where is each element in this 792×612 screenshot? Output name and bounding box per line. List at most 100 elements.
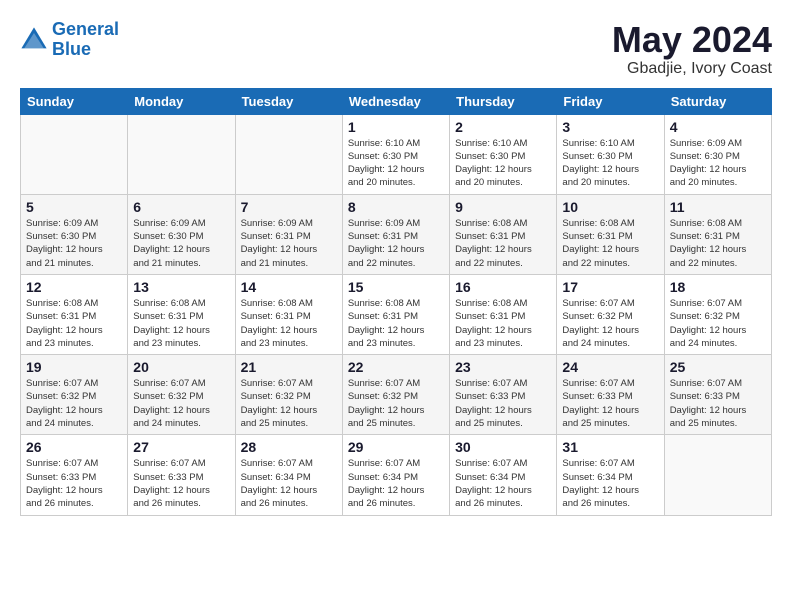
day-cell: 4 Sunrise: 6:09 AMSunset: 6:30 PMDaylight… [664,114,771,194]
day-number: 22 [348,359,444,375]
day-info: Sunrise: 6:07 AMSunset: 6:32 PMDaylight:… [241,377,337,430]
weekday-header-sunday: Sunday [21,88,128,114]
weekday-header-monday: Monday [128,88,235,114]
main-title: May 2024 [612,20,772,60]
day-number: 2 [455,119,551,135]
weekday-header-tuesday: Tuesday [235,88,342,114]
day-cell: 8 Sunrise: 6:09 AMSunset: 6:31 PMDaylight… [342,194,449,274]
subtitle: Gbadjie, Ivory Coast [612,60,772,78]
title-block: May 2024 Gbadjie, Ivory Coast [612,20,772,78]
logo-line1: General [52,19,119,39]
day-number: 25 [670,359,766,375]
day-cell: 18 Sunrise: 6:07 AMSunset: 6:32 PMDayligh… [664,274,771,354]
day-cell: 23 Sunrise: 6:07 AMSunset: 6:33 PMDayligh… [450,355,557,435]
day-cell: 30Sunrise: 6:07 AMSunset: 6:34 PMDayligh… [450,435,557,515]
day-cell: 31Sunrise: 6:07 AMSunset: 6:34 PMDayligh… [557,435,664,515]
day-cell: 19Sunrise: 6:07 AMSunset: 6:32 PMDayligh… [21,355,128,435]
day-info: Sunrise: 6:10 AMSunset: 6:30 PMDaylight:… [562,137,658,190]
day-cell: 16 Sunrise: 6:08 AMSunset: 6:31 PMDayligh… [450,274,557,354]
day-info: Sunrise: 6:08 AMSunset: 6:31 PMDaylight:… [26,297,122,350]
day-cell: 15 Sunrise: 6:08 AMSunset: 6:31 PMDayligh… [342,274,449,354]
week-row-1: 1 Sunrise: 6:10 AMSunset: 6:30 PMDaylight… [21,114,772,194]
day-cell: 24Sunrise: 6:07 AMSunset: 6:33 PMDayligh… [557,355,664,435]
day-number: 23 [455,359,551,375]
day-cell: 12 Sunrise: 6:08 AMSunset: 6:31 PMDayligh… [21,274,128,354]
day-number: 29 [348,439,444,455]
day-info: Sunrise: 6:07 AMSunset: 6:32 PMDaylight:… [670,297,766,350]
day-info: Sunrise: 6:09 AMSunset: 6:30 PMDaylight:… [26,217,122,270]
day-number: 17 [562,279,658,295]
day-info: Sunrise: 6:07 AMSunset: 6:33 PMDaylight:… [26,457,122,510]
calendar-body: 1 Sunrise: 6:10 AMSunset: 6:30 PMDaylight… [21,114,772,515]
day-cell: 14Sunrise: 6:08 AMSunset: 6:31 PMDayligh… [235,274,342,354]
day-number: 26 [26,439,122,455]
day-info: Sunrise: 6:07 AMSunset: 6:34 PMDaylight:… [562,457,658,510]
day-cell [21,114,128,194]
day-info: Sunrise: 6:09 AMSunset: 6:31 PMDaylight:… [348,217,444,270]
day-info: Sunrise: 6:09 AMSunset: 6:30 PMDaylight:… [670,137,766,190]
day-number: 5 [26,199,122,215]
day-number: 20 [133,359,229,375]
day-number: 13 [133,279,229,295]
day-number: 9 [455,199,551,215]
logo: General Blue [20,20,119,60]
calendar: SundayMondayTuesdayWednesdayThursdayFrid… [20,88,772,516]
day-info: Sunrise: 6:10 AMSunset: 6:30 PMDaylight:… [348,137,444,190]
day-cell: 11 Sunrise: 6:08 AMSunset: 6:31 PMDayligh… [664,194,771,274]
week-row-3: 12 Sunrise: 6:08 AMSunset: 6:31 PMDayligh… [21,274,772,354]
day-cell: 6Sunrise: 6:09 AMSunset: 6:30 PMDaylight… [128,194,235,274]
day-number: 1 [348,119,444,135]
logo-icon [20,26,48,54]
day-cell [128,114,235,194]
day-number: 11 [670,199,766,215]
day-info: Sunrise: 6:08 AMSunset: 6:31 PMDaylight:… [562,217,658,270]
day-cell: 20Sunrise: 6:07 AMSunset: 6:32 PMDayligh… [128,355,235,435]
day-number: 30 [455,439,551,455]
day-number: 16 [455,279,551,295]
day-info: Sunrise: 6:09 AMSunset: 6:30 PMDaylight:… [133,217,229,270]
day-number: 12 [26,279,122,295]
day-number: 24 [562,359,658,375]
day-number: 8 [348,199,444,215]
day-cell: 29Sunrise: 6:07 AMSunset: 6:34 PMDayligh… [342,435,449,515]
logo-text: General Blue [52,20,119,60]
weekday-header-friday: Friday [557,88,664,114]
week-row-4: 19 Sunrise: 6:07 AMSunset: 6:32 PMDayligh… [21,355,772,435]
day-cell: 27 Sunrise: 6:07 AMSunset: 6:33 PMDayligh… [128,435,235,515]
day-number: 27 [133,439,229,455]
day-cell: 7 Sunrise: 6:09 AMSunset: 6:31 PMDaylight… [235,194,342,274]
calendar-header: SundayMondayTuesdayWednesdayThursdayFrid… [21,88,772,114]
day-number: 3 [562,119,658,135]
weekday-header-wednesday: Wednesday [342,88,449,114]
day-info: Sunrise: 6:08 AMSunset: 6:31 PMDaylight:… [670,217,766,270]
day-number: 18 [670,279,766,295]
day-info: Sunrise: 6:10 AMSunset: 6:30 PMDaylight:… [455,137,551,190]
weekday-row: SundayMondayTuesdayWednesdayThursdayFrid… [21,88,772,114]
day-info: Sunrise: 6:08 AMSunset: 6:31 PMDaylight:… [348,297,444,350]
logo-line2: Blue [52,39,91,59]
day-cell [235,114,342,194]
day-info: Sunrise: 6:07 AMSunset: 6:33 PMDaylight:… [670,377,766,430]
day-number: 28 [241,439,337,455]
day-info: Sunrise: 6:08 AMSunset: 6:31 PMDaylight:… [241,297,337,350]
day-number: 7 [241,199,337,215]
header: General Blue May 2024 Gbadjie, Ivory Coa… [20,20,772,78]
day-info: Sunrise: 6:07 AMSunset: 6:32 PMDaylight:… [562,297,658,350]
day-info: Sunrise: 6:07 AMSunset: 6:33 PMDaylight:… [133,457,229,510]
day-cell: 3 Sunrise: 6:10 AMSunset: 6:30 PMDaylight… [557,114,664,194]
day-number: 15 [348,279,444,295]
weekday-header-saturday: Saturday [664,88,771,114]
day-cell: 28 Sunrise: 6:07 AMSunset: 6:34 PMDayligh… [235,435,342,515]
day-cell: 13 Sunrise: 6:08 AMSunset: 6:31 PMDayligh… [128,274,235,354]
day-info: Sunrise: 6:09 AMSunset: 6:31 PMDaylight:… [241,217,337,270]
day-info: Sunrise: 6:07 AMSunset: 6:34 PMDaylight:… [241,457,337,510]
day-info: Sunrise: 6:08 AMSunset: 6:31 PMDaylight:… [133,297,229,350]
day-info: Sunrise: 6:07 AMSunset: 6:33 PMDaylight:… [455,377,551,430]
day-info: Sunrise: 6:08 AMSunset: 6:31 PMDaylight:… [455,297,551,350]
day-cell: 17 Sunrise: 6:07 AMSunset: 6:32 PMDayligh… [557,274,664,354]
day-cell: 9Sunrise: 6:08 AMSunset: 6:31 PMDaylight… [450,194,557,274]
day-number: 4 [670,119,766,135]
day-cell [664,435,771,515]
day-number: 19 [26,359,122,375]
day-number: 21 [241,359,337,375]
